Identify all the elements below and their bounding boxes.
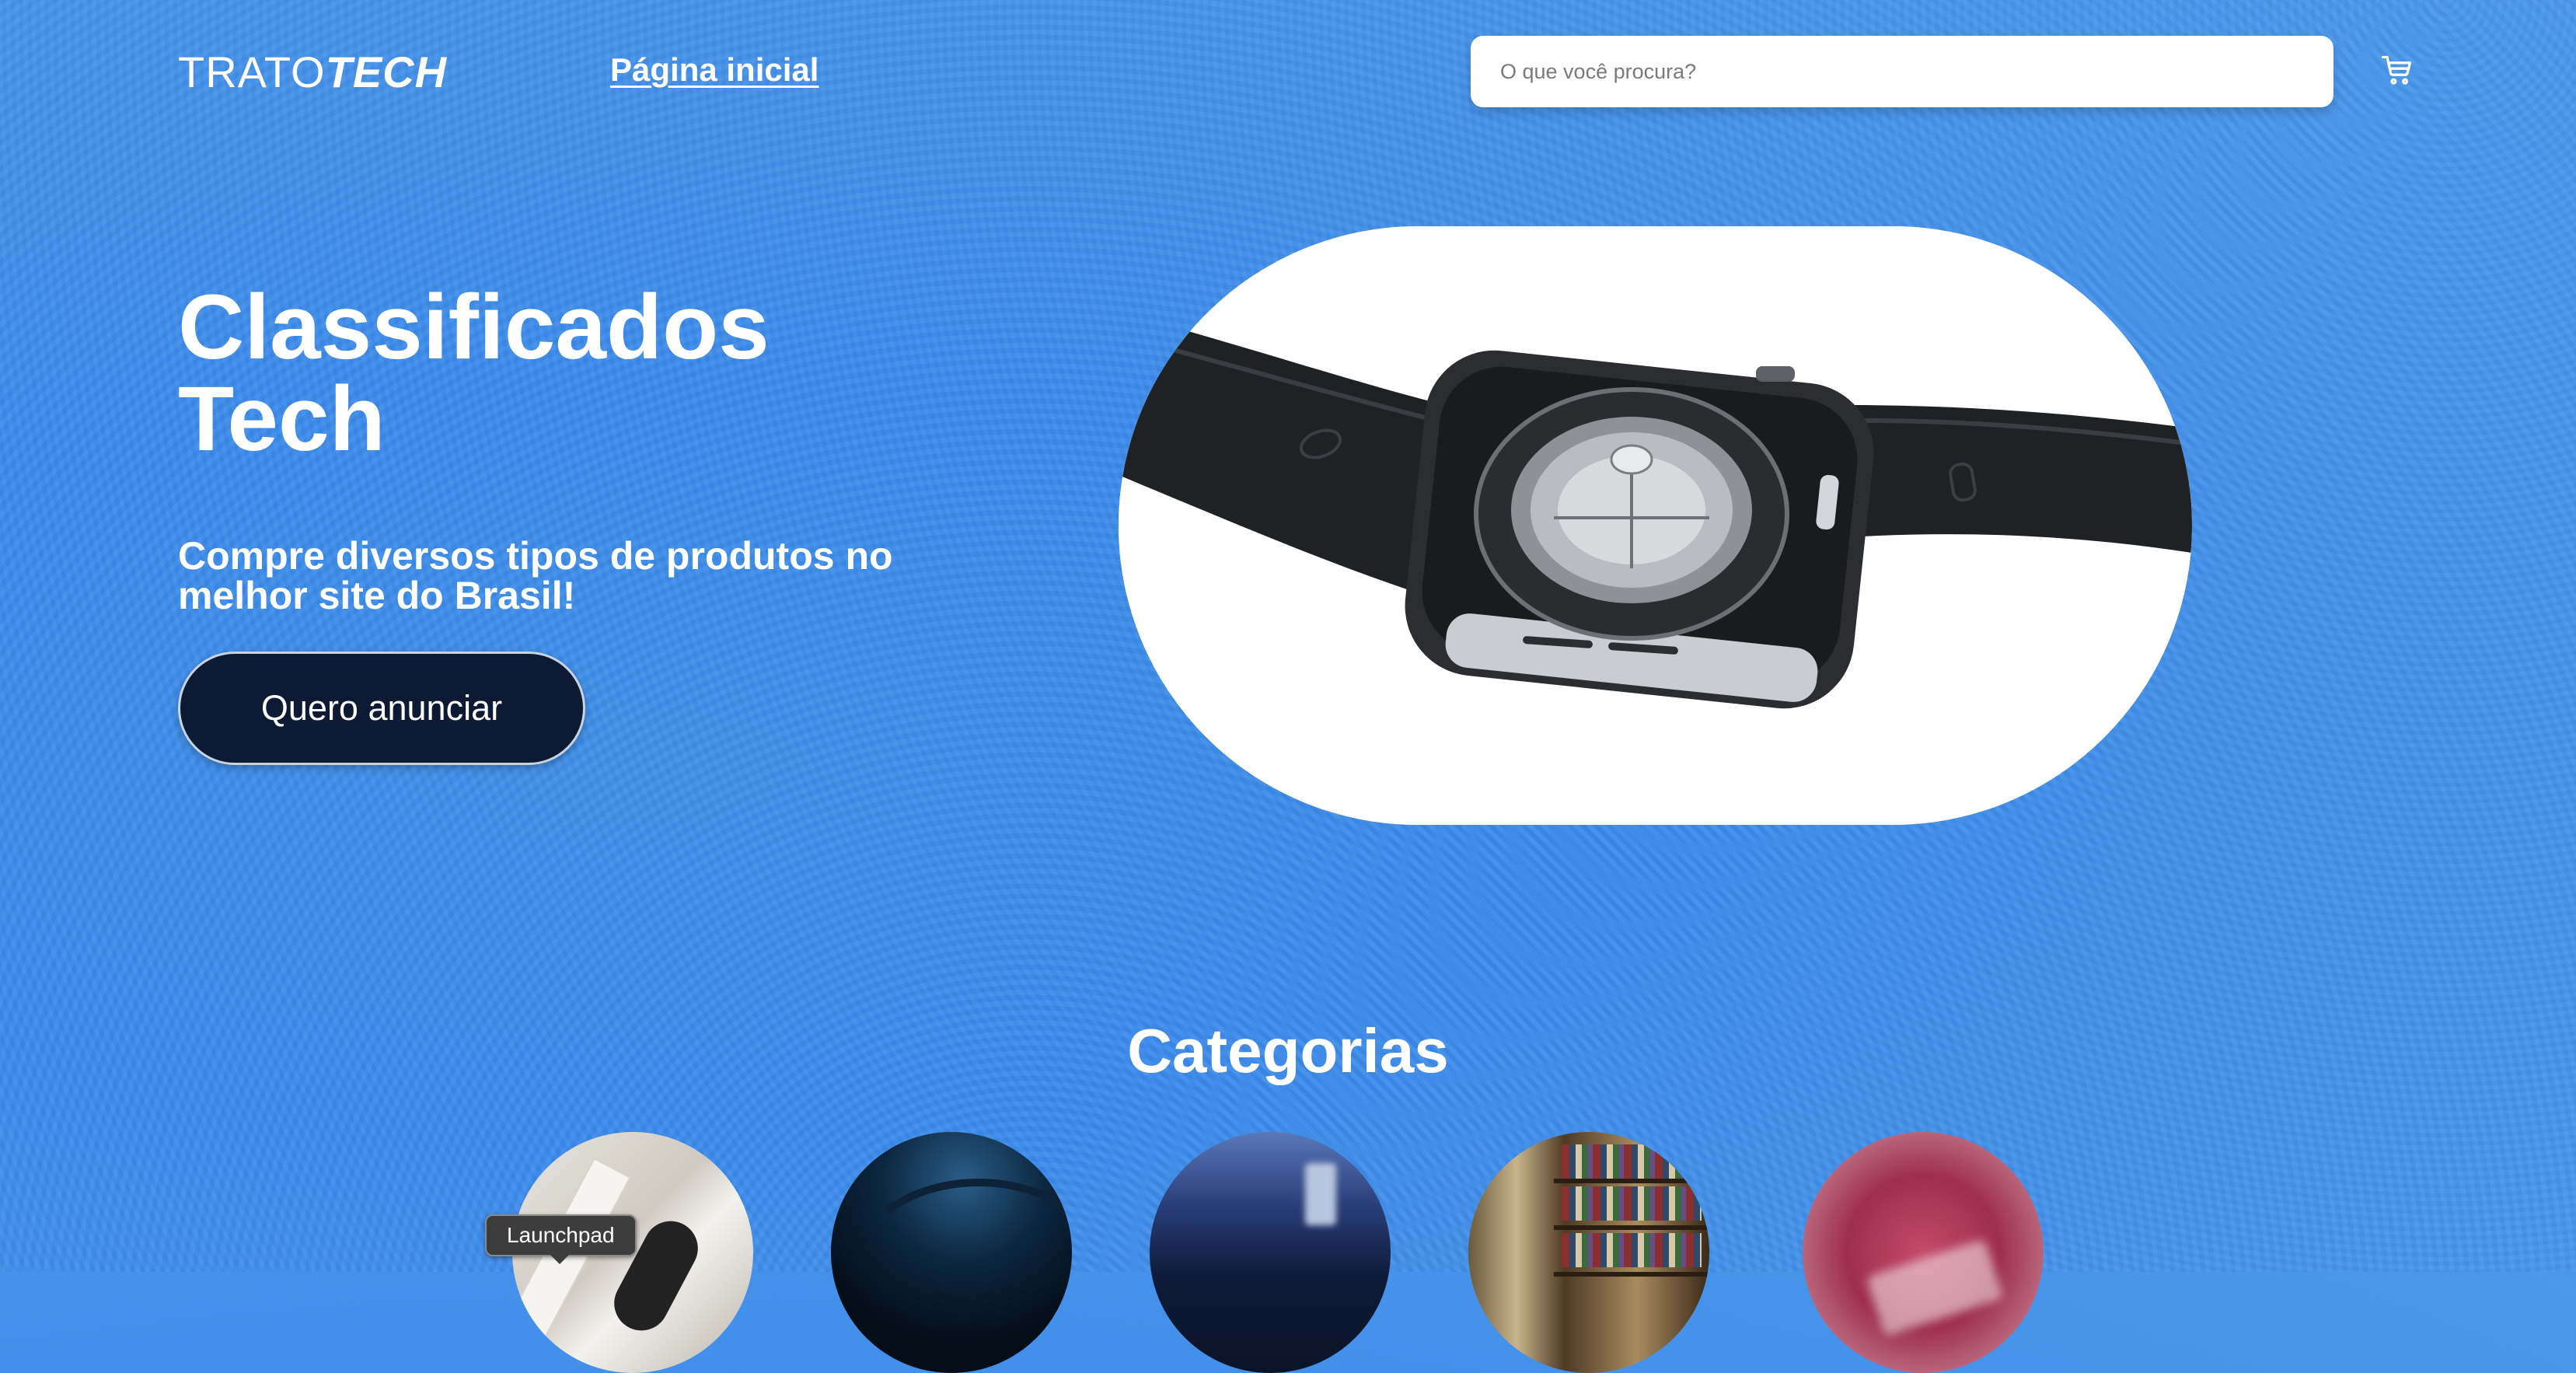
category-4-shelf: [1554, 1225, 1709, 1230]
hero-subtitle: Compre diversos tipos de produtos no mel…: [178, 534, 893, 617]
search-input[interactable]: O que você procura?: [1471, 36, 2333, 107]
categories-title: Categorias: [1127, 1016, 1449, 1085]
launchpad-tooltip: Launchpad: [485, 1214, 637, 1256]
category-4-books: [1562, 1233, 1702, 1267]
category-2-detail-arc: [854, 1179, 1072, 1350]
nav-home-link[interactable]: Página inicial: [610, 48, 819, 92]
category-image-3[interactable]: [1150, 1132, 1391, 1373]
logo-light-text: TRATO: [178, 47, 326, 96]
hero-smartwatch-image: [1119, 226, 2192, 825]
category-1-detail-panel: [512, 1157, 631, 1359]
site-logo[interactable]: TRATOTECH: [178, 47, 447, 98]
search-placeholder: O que você procura?: [1500, 59, 1697, 83]
quero-anunciar-button[interactable]: Quero anunciar: [178, 652, 585, 765]
hero-title-line-2: Tech: [178, 368, 386, 470]
category-image-5[interactable]: [1803, 1132, 2044, 1373]
logo-bold-text: TECH: [325, 47, 448, 96]
category-image-4[interactable]: [1468, 1132, 1709, 1373]
category-4-shelf: [1554, 1179, 1709, 1183]
hero-title-line-1: Classificados: [178, 276, 770, 379]
hero-title: Classificados Tech: [178, 281, 770, 465]
tooltip-arrow: [550, 1255, 569, 1264]
category-4-books: [1562, 1186, 1702, 1221]
category-3-detail-light: [1305, 1163, 1336, 1225]
category-image-2[interactable]: [831, 1132, 1072, 1373]
category-4-shelf: [1554, 1272, 1709, 1277]
cart-icon[interactable]: [2380, 53, 2414, 87]
category-4-books: [1562, 1144, 1702, 1179]
category-5-detail-blur: [1866, 1238, 2004, 1336]
